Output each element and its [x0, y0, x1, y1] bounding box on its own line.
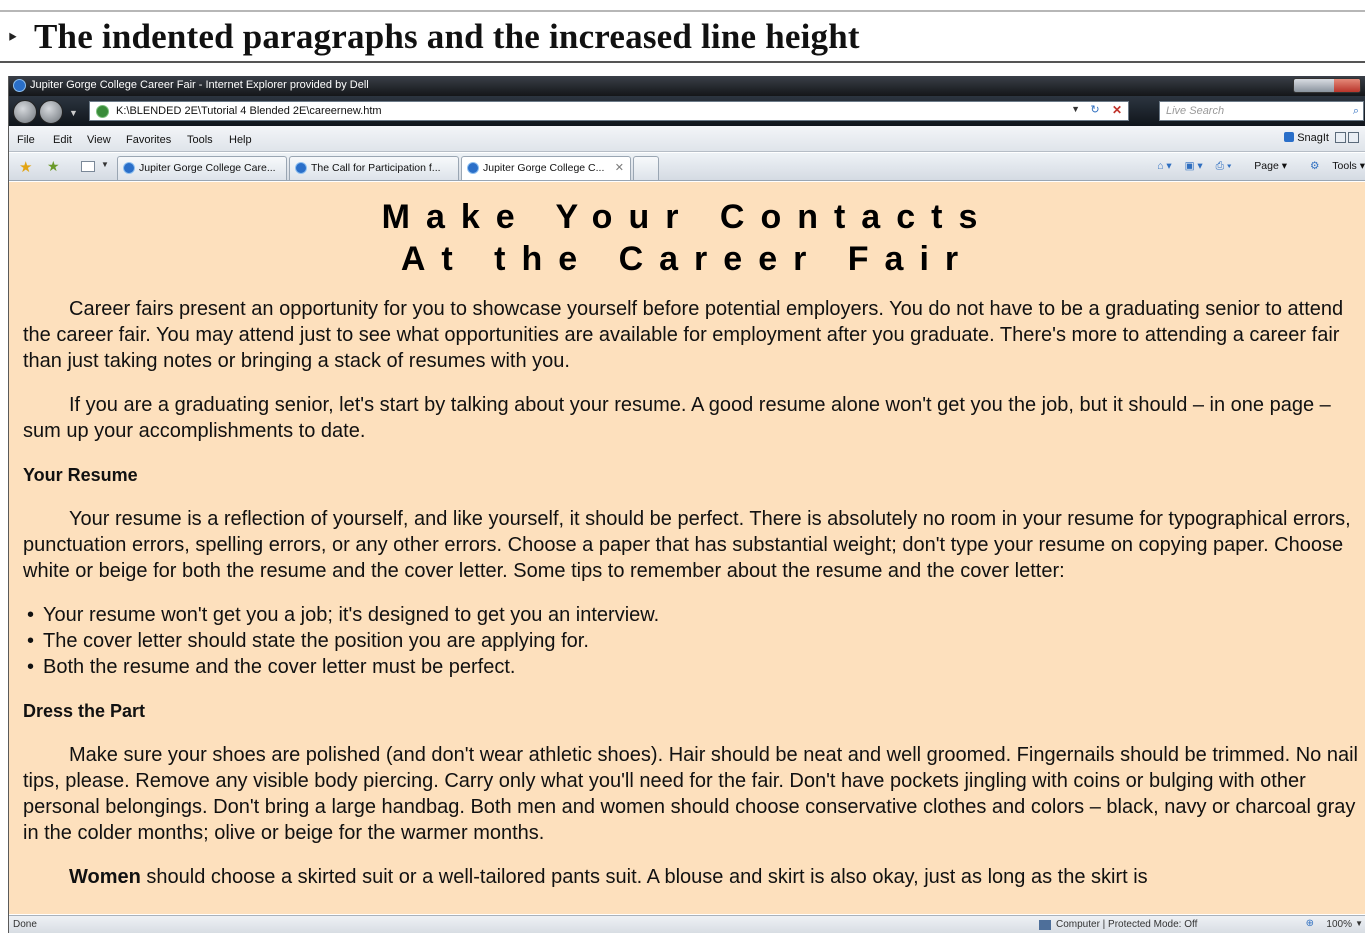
page-menu[interactable]: Page ▾	[1244, 160, 1287, 172]
tab-page-icon	[467, 162, 479, 174]
command-bar: ⌂ ▾ ▣ ▾ ⎙ ▾ Page ▾ ⚙ Tools ▾	[1147, 160, 1365, 173]
tab-page-icon	[295, 162, 307, 174]
caption-bullet-icon: ‣	[6, 26, 19, 51]
status-bar: Done Computer | Protected Mode: Off ⊕ 10…	[9, 915, 1365, 933]
paragraph-resume: Your resume is a reflection of yourself,…	[23, 508, 1351, 582]
caption-top-rule	[0, 10, 1365, 12]
page-menu-label: Page	[1254, 160, 1279, 172]
tab-call-for-participation[interactable]: The Call for Participation f...	[289, 156, 459, 180]
forward-button[interactable]	[39, 100, 63, 124]
window-controls[interactable]	[1293, 78, 1361, 93]
menu-favorites[interactable]: Favorites	[126, 134, 171, 146]
menu-bar: File Edit View Favorites Tools Help Snag…	[9, 126, 1365, 152]
section-heading-dress: Dress the Part	[23, 701, 146, 721]
slide-caption: The indented paragraphs and the increase…	[34, 17, 860, 56]
status-text: Done	[13, 919, 37, 930]
list-item: Both the resume and the cover letter mus…	[23, 654, 1363, 680]
back-button[interactable]	[13, 100, 37, 124]
refresh-icon[interactable]: ↻	[1086, 103, 1104, 119]
tab-career-fair-active[interactable]: Jupiter Gorge College C... ✕	[461, 156, 631, 180]
favorites-star-icon[interactable]: ★	[19, 158, 32, 176]
tools-menu-label: Tools	[1332, 160, 1357, 172]
snagit-label: SnagIt	[1297, 132, 1329, 144]
tab-label: The Call for Participation f...	[311, 162, 441, 174]
snagit-tools[interactable]	[1333, 132, 1361, 145]
paragraph-dress: Make sure your shoes are polished (and d…	[23, 744, 1358, 844]
address-bar: ▼ K:\BLENDED 2E\Tutorial 4 Blended 2E\ca…	[9, 96, 1365, 126]
close-window-button[interactable]	[1334, 79, 1360, 92]
window-titlebar[interactable]: Jupiter Gorge College Career Fair - Inte…	[9, 76, 1365, 96]
feeds-icon[interactable]: ▣ ▾	[1185, 160, 1203, 172]
search-icon[interactable]: ⌕	[1353, 105, 1359, 118]
zoom-dropdown-icon[interactable]: ▼	[1355, 919, 1363, 928]
search-placeholder: Live Search	[1166, 105, 1225, 117]
tab-label: Jupiter Gorge College C...	[483, 162, 605, 174]
add-favorites-icon[interactable]: ★	[47, 158, 60, 175]
window-icon[interactable]	[1348, 132, 1359, 143]
zoom-icon[interactable]: ⊕	[1306, 918, 1314, 929]
list-item: The cover letter should state the positi…	[23, 628, 1363, 654]
url-field[interactable]: K:\BLENDED 2E\Tutorial 4 Blended 2E\care…	[89, 101, 1129, 121]
browser-window: Jupiter Gorge College Career Fair - Inte…	[8, 76, 1365, 933]
window-title: Jupiter Gorge College Career Fair - Inte…	[30, 79, 369, 91]
women-text: should choose a skirted suit or a well-t…	[140, 866, 1148, 888]
slide-caption-bar: ‣ The indented paragraphs and the increa…	[0, 0, 1365, 70]
stop-icon[interactable]: ✕	[1108, 103, 1126, 119]
search-input[interactable]: Live Search ⌕	[1159, 101, 1364, 121]
url-text[interactable]: K:\BLENDED 2E\Tutorial 4 Blended 2E\care…	[116, 105, 382, 117]
zoom-level[interactable]: 100%	[1326, 919, 1352, 930]
capture-icon[interactable]	[1335, 132, 1346, 143]
snagit-icon	[1284, 132, 1295, 142]
women-bold: Women	[69, 866, 141, 888]
security-zone[interactable]: Computer | Protected Mode: Off	[1056, 919, 1197, 930]
tab-career-fair-1[interactable]: Jupiter Gorge College Care...	[117, 156, 287, 180]
page-content: Make Your Contacts At the Career Fair Ca…	[9, 182, 1365, 914]
menu-edit[interactable]: Edit	[53, 134, 72, 146]
quick-tabs-icon[interactable]	[81, 161, 95, 172]
ie-icon	[13, 79, 26, 92]
snagit-button[interactable]: SnagIt	[1284, 132, 1329, 144]
list-item: Your resume won't get you a job; it's de…	[23, 602, 1363, 628]
page-heading: Make Your Contacts At the Career Fair	[9, 196, 1365, 280]
tab-list-dropdown-icon[interactable]: ▼	[101, 160, 109, 169]
menu-tools[interactable]: Tools	[187, 134, 213, 146]
gear-icon: ⚙	[1309, 160, 1320, 172]
print-icon[interactable]: ⎙ ▾	[1216, 160, 1232, 172]
tab-label: Jupiter Gorge College Care...	[139, 162, 276, 174]
paragraph-resume-intro: If you are a graduating senior, let's st…	[23, 394, 1331, 442]
tools-menu[interactable]: ⚙ Tools ▾	[1300, 160, 1365, 172]
paragraph-intro: Career fairs present an opportunity for …	[23, 298, 1344, 372]
paragraph-women: Women should choose a skirted suit or a …	[23, 864, 1363, 890]
heading-line-1: Make Your Contacts	[381, 198, 994, 236]
home-icon[interactable]: ⌂ ▾	[1157, 160, 1172, 172]
url-dropdown-icon[interactable]: ▼	[1071, 104, 1080, 114]
tab-bar: ★ ★ ▼ Jupiter Gorge College Care... The …	[9, 153, 1365, 181]
menu-help[interactable]: Help	[229, 134, 252, 146]
page-icon	[96, 105, 109, 118]
menu-view[interactable]: View	[87, 134, 111, 146]
computer-zone-icon	[1039, 920, 1051, 930]
new-tab-button[interactable]	[633, 156, 659, 180]
section-heading-resume: Your Resume	[23, 465, 138, 485]
tab-page-icon	[123, 162, 135, 174]
menu-file[interactable]: File	[17, 134, 35, 146]
caption-bottom-rule	[0, 61, 1365, 63]
heading-line-2: At the Career Fair	[400, 240, 975, 278]
close-tab-icon[interactable]: ✕	[615, 161, 624, 174]
tips-list: Your resume won't get you a job; it's de…	[23, 602, 1363, 680]
article-body: Career fairs present an opportunity for …	[23, 296, 1363, 908]
recent-pages-dropdown-icon[interactable]: ▼	[69, 108, 78, 118]
